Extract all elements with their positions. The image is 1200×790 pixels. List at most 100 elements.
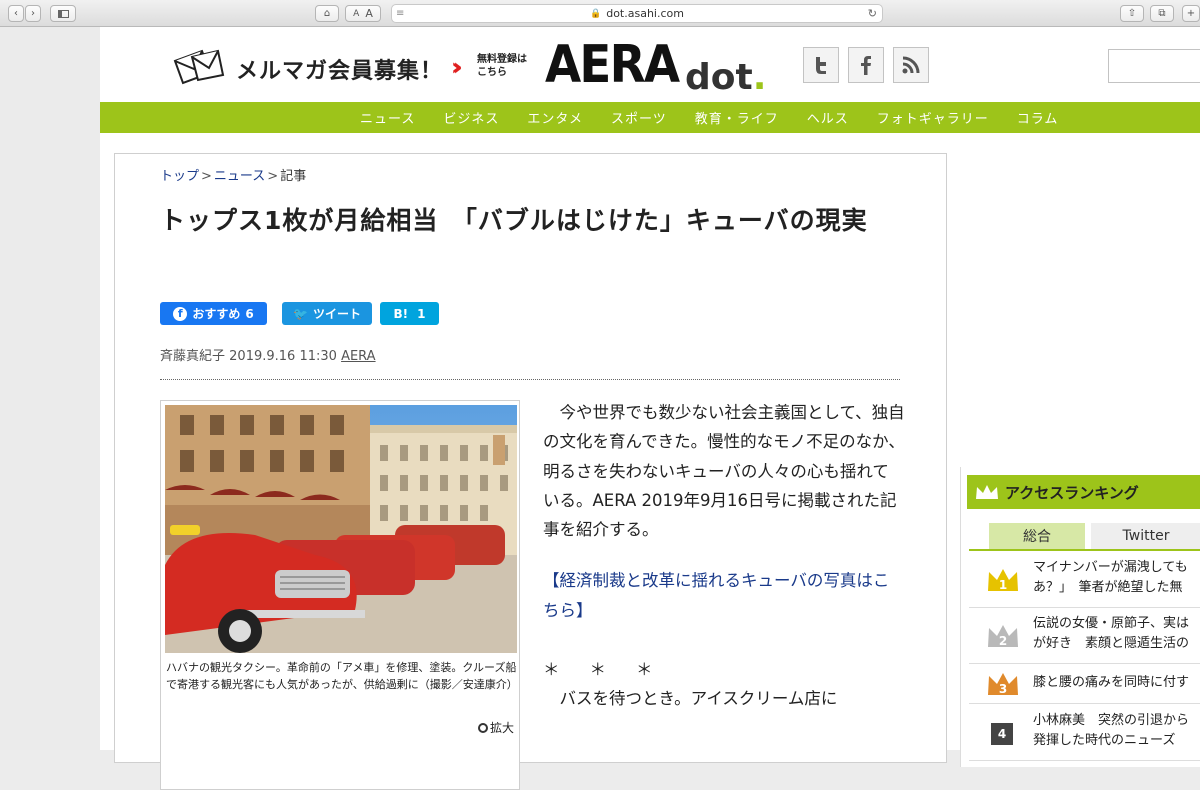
ranking-text: 膝と腰の痛みを同時に付す [1033,673,1189,693]
havana-taxi-photo[interactable] [165,405,517,653]
paragraph-1: 今や世界でも数少ない社会主義国として、独自の文化を育んできた。慢性的なモノ不足の… [543,403,905,540]
logo-dot-period: . [752,57,767,98]
share-button[interactable]: ⇧ [1120,5,1144,22]
rank-number: 3 [999,682,1007,696]
twitter-icon[interactable] [803,47,839,83]
facebook-icon[interactable] [848,47,884,83]
facebook-recommend-button[interactable]: f おすすめ 6 [160,302,267,325]
silver-crown-icon: 2 [988,625,1018,648]
double-chevron-icon: ›› [451,53,462,81]
hatena-bookmark-button[interactable]: B! 1 [380,302,439,325]
register-line1: 無料登録は [477,54,527,65]
logo-dot: dot. [685,57,766,98]
ranking-title: アクセスランキング [1005,483,1139,502]
nav-item-photo-gallery[interactable]: フォトギャラリー [877,108,989,127]
tabs-button[interactable]: ⧉ [1150,5,1174,22]
ranking-item[interactable]: 1 マイナンバーが漏洩しても あ？」 筆者が絶望した無 [969,552,1200,608]
site-logo[interactable]: AERA dot. [545,35,766,98]
register-link[interactable]: 無料登録は こちら [477,53,537,79]
rss-icon[interactable] [893,47,929,83]
zoom-link[interactable]: 拡大 [477,719,514,736]
photo-caption: ハバナの観光タクシー。革命前の「アメ車」を修理、塗装。クルーズ船で寄港する観光客… [166,661,518,691]
breadcrumb-top[interactable]: トップ [160,169,199,184]
sidebar-toggle-button[interactable] [50,5,76,22]
ranking-text-line1: 小林麻美 突然の引退から [1033,713,1190,728]
article-figure: ハバナの観光タクシー。革命前の「アメ車」を修理、塗装。クルーズ船で寄港する観光客… [160,400,520,790]
search-input[interactable] [1108,49,1200,83]
ranking-text: マイナンバーが漏洩しても あ？」 筆者が絶望した無 [1033,558,1188,598]
logo-dot-text: dot [685,57,753,98]
url-text: dot.asahi.com [606,7,684,20]
author: 斉藤真紀子 [160,349,226,364]
site-header: メルマガ会員募集！ ›› 無料登録は こちら AERA dot. [100,27,1200,102]
bronze-crown-icon: 3 [988,673,1018,696]
nav-item-business[interactable]: ビジネス [443,108,499,127]
nav-item-education-life[interactable]: 教育・ライフ [695,108,779,127]
reader-icon[interactable]: ≡ [396,8,404,19]
tweet-label: ツイート [312,307,361,321]
ranking-text-line1: 伝説の女優・原節子、実は [1033,616,1190,631]
lock-icon: 🔒 [590,8,602,19]
magnifier-icon [477,723,488,733]
new-tab-button[interactable]: + [1182,5,1200,22]
crown-icon [976,485,998,499]
byline: 斉藤真紀子 2019.9.16 11:30 AERA [160,345,376,364]
breadcrumb-news[interactable]: ニュース [214,169,265,184]
paragraph-2: バスを待つとき。アイスクリーム店に [543,689,838,709]
photo-gallery-link[interactable]: 【経済制裁と改革に揺れるキューバの写真はこちら】 [543,566,905,625]
access-ranking: アクセスランキング 総合 Twitter 1 マイナンバーが漏洩しても あ？」 筆… [960,467,1200,767]
main-nav: ニュース ビジネス エンタメ スポーツ 教育・ライフ ヘルス フォトギャラリー … [100,102,1200,133]
plus-icon: + [1186,8,1196,19]
left-gutter [0,27,100,750]
ranking-text-line2: 発揮した時代のニューズ [1033,733,1176,748]
ranking-header: アクセスランキング [967,475,1200,509]
twitter-bird-icon: 🐦 [293,306,308,321]
newsletter-link[interactable]: メルマガ会員募集！ [236,53,443,85]
zoom-label: 拡大 [489,721,514,735]
rank-number: 1 [999,578,1007,592]
text-smaller-button[interactable]: A [353,9,359,19]
ranking-item[interactable]: 4 小林麻美 突然の引退から 発揮した時代のニューズ [969,705,1200,761]
gold-crown-icon: 1 [988,569,1018,592]
reload-icon[interactable]: ↻ [868,7,877,20]
register-line2: こちら [477,67,507,78]
mail-icon[interactable] [172,47,226,85]
logo-main: AERA [545,35,680,95]
page: メルマガ会員募集！ ›› 無料登録は こちら AERA dot. ニュース ビジ… [100,27,1200,790]
tab-overall[interactable]: 総合 [989,523,1085,549]
facebook-count: 6 [245,306,254,321]
ranking-item[interactable]: 3 膝と腰の痛みを同時に付す [969,664,1200,704]
ranking-text: 小林麻美 突然の引退から 発揮した時代のニューズ [1033,711,1189,751]
forward-button[interactable]: › [25,5,41,22]
nav-item-column[interactable]: コラム [1017,108,1059,127]
ranking-text-line1: 膝と腰の痛みを同時に付す [1033,675,1190,690]
tweet-button[interactable]: 🐦 ツイート [282,302,372,325]
facebook-logo-icon: f [173,306,188,321]
nav-item-sports[interactable]: スポーツ [611,108,667,127]
publish-date: 2019.9.16 11:30 [229,349,337,364]
source-link[interactable]: AERA [341,349,376,364]
facebook-label: おすすめ [192,307,241,321]
home-button[interactable]: ⌂ [315,5,339,22]
rank-badge: 4 [991,723,1013,745]
hatena-count: 1 [417,306,426,321]
rank-number: 2 [999,634,1007,648]
back-button[interactable]: ‹ [8,5,24,22]
nav-item-entertainment[interactable]: エンタメ [527,108,583,127]
sidebar-icon [57,9,69,18]
home-icon: ⌂ [323,8,331,19]
article-card: トップ > ニュース > 記事 トップス1枚が月給相当 「バブルはじけた」キューバの現実… [114,153,947,790]
tabs-icon: ⧉ [1158,8,1166,19]
hatena-label: B! [393,306,409,321]
ranking-text-line2: あ？」 筆者が絶望した無 [1033,580,1183,595]
text-size-control[interactable]: A A [345,5,381,22]
tab-twitter[interactable]: Twitter [1091,523,1200,549]
article-body: 今や世界でも数少ない社会主義国として、独自の文化を育んできた。慢性的なモノ不足の… [543,398,905,714]
address-bar[interactable]: ≡ 🔒 dot.asahi.com ↻ [391,4,883,23]
nav-item-news[interactable]: ニュース [360,108,415,127]
share-icon: ⇧ [1127,8,1137,19]
ranking-item[interactable]: 2 伝説の女優・原節子、実は が好き 素顔と隠遁生活の [969,608,1200,664]
text-larger-button[interactable]: A [365,7,373,20]
nav-item-health[interactable]: ヘルス [807,108,849,127]
browser-toolbar: ‹ › ⌂ A A ≡ 🔒 dot.asahi.com ↻ ⇧ ⧉ + [0,0,1200,27]
